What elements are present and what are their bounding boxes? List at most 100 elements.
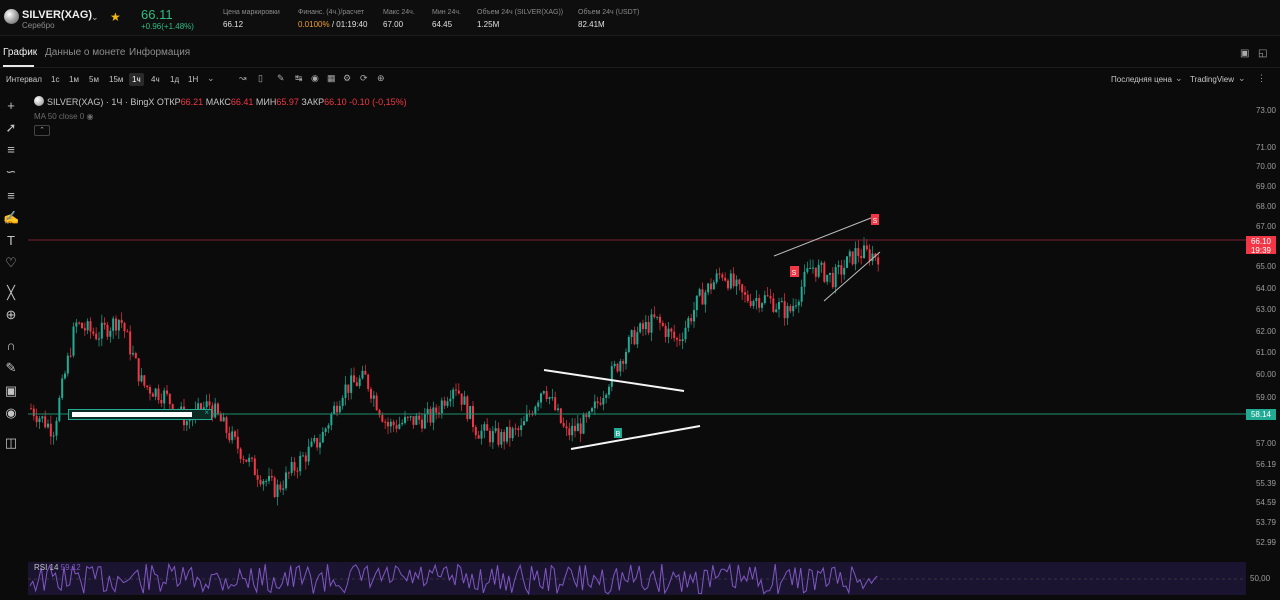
ma-indicator-label[interactable]: MA 50 close 0 ◉ [34, 112, 93, 121]
trash-icon[interactable]: ◫ [3, 435, 19, 451]
candle-body [372, 395, 375, 399]
eye-icon[interactable]: ◉ [3, 405, 19, 421]
candle-body [474, 427, 477, 436]
candle-body [406, 416, 409, 418]
candle-body [710, 283, 712, 290]
interval-4h[interactable]: 4ч [151, 75, 160, 84]
text-icon[interactable]: T [3, 233, 19, 248]
candle-body [846, 256, 848, 268]
candle-body [52, 435, 55, 437]
candle-body [338, 405, 341, 413]
chevron-down-icon[interactable]: ⌄ [91, 12, 99, 23]
candle-body [701, 289, 704, 305]
candle-body [455, 389, 457, 391]
close-alert-icon[interactable]: × [204, 408, 209, 417]
pattern-icon[interactable]: ∽ [3, 164, 19, 180]
interval-1m[interactable]: 1м [69, 75, 79, 84]
candle-body [698, 289, 701, 296]
collapse-legend-chevron-icon[interactable]: ⌃ [34, 125, 50, 136]
view-select[interactable]: TradingView [1190, 75, 1234, 84]
alert-label-text [72, 412, 192, 417]
more-options-icon[interactable]: ⋮ [1257, 73, 1266, 84]
chevron-down-icon[interactable]: ⌄ [1175, 73, 1183, 84]
candle-body [265, 480, 268, 482]
interval-15m[interactable]: 15м [109, 75, 123, 84]
candle-body [115, 318, 117, 331]
candle-body [639, 323, 642, 333]
price-type-select[interactable]: Последняя цена [1111, 75, 1172, 84]
heart-icon[interactable]: ♡ [3, 255, 19, 271]
price-chart[interactable]: B S S [28, 92, 1246, 557]
candle-type-icon[interactable]: ▯ [258, 73, 263, 84]
interval-1s[interactable]: 1с [51, 75, 59, 84]
ruler-icon[interactable]: ╳ [3, 285, 19, 301]
price-alert-label[interactable]: × [68, 408, 212, 420]
candle-body [160, 400, 163, 404]
chart-toolbar: Интервал 1с 1м 5м 15м 1ч 4ч 1д 1Н ⌄ ↝ ▯ … [0, 70, 1280, 88]
horizontal-lines-icon[interactable]: ≡ [3, 142, 19, 157]
tab-info[interactable]: Информация [129, 47, 190, 58]
candle-body [865, 245, 868, 250]
rsi-name: RSI 14 [34, 563, 59, 572]
fib-icon[interactable]: ≡ [3, 188, 19, 203]
reset-icon[interactable]: ⟳ [360, 73, 368, 84]
candle-body [361, 370, 364, 379]
tab-chart[interactable]: График [3, 47, 37, 58]
brush-icon[interactable]: ✍ [3, 210, 19, 226]
favorite-star-icon[interactable]: ★ [110, 10, 121, 24]
interval-1h[interactable]: 1ч [129, 73, 144, 86]
camera-icon[interactable]: ◉ [311, 73, 319, 84]
price-axis-label: 55.39 [1255, 479, 1276, 488]
symbol-name[interactable]: SILVER(XAG) [22, 9, 92, 21]
rsi-pane[interactable] [28, 557, 1246, 600]
trend-line-icon[interactable]: ➚ [3, 120, 19, 136]
candle-body [228, 432, 231, 441]
lock-icon[interactable]: ▣ [3, 383, 19, 399]
price-axis[interactable]: 73.00 71.00 70.00 69.00 68.00 67.00 65.00 64.00… [1246, 92, 1280, 600]
zoom-icon[interactable]: ⊕ [3, 307, 19, 323]
fullscreen-icon[interactable]: ◱ [1258, 48, 1267, 59]
triangle-lower-line[interactable] [570, 425, 701, 450]
candle-body [95, 333, 98, 340]
screenshot-icon[interactable]: ▣ [1240, 48, 1249, 59]
chevron-down-icon[interactable]: ⌄ [1238, 73, 1246, 84]
candle-body [693, 310, 695, 322]
triangle-upper-line[interactable] [543, 369, 685, 392]
lock-drawings-icon[interactable]: ✎ [3, 360, 19, 376]
crosshair-icon[interactable]: + [3, 98, 19, 113]
price-axis-label: 69.00 [1255, 182, 1276, 191]
calculator-icon[interactable]: ▦ [327, 73, 336, 84]
candle-body [279, 484, 282, 490]
wedge-upper-line[interactable] [773, 215, 877, 257]
interval-1d[interactable]: 1д [170, 75, 179, 84]
candle-body [667, 328, 670, 337]
candle-body [404, 416, 406, 423]
interval-5m[interactable]: 5м [89, 75, 99, 84]
candle-body [582, 414, 585, 434]
candle-body [214, 403, 217, 418]
candle-body [129, 331, 132, 355]
tab-coin-data[interactable]: Данные о монете [45, 47, 125, 58]
compare-icon[interactable]: ↹ [295, 73, 303, 84]
candle-body [282, 488, 285, 490]
settings-gear-icon[interactable]: ⚙ [343, 73, 351, 84]
price-axis-label: 63.00 [1255, 305, 1276, 314]
add-icon[interactable]: ⊕ [377, 73, 385, 84]
magnet-icon[interactable]: ∩ [3, 338, 19, 353]
stat-label: Объем 24ч (SILVER(XAG)) [477, 9, 564, 16]
legend-change: -0.10 (-0,15%) [349, 97, 407, 107]
last-price-value: 66.10 [1250, 237, 1272, 246]
candle-body [775, 309, 778, 312]
more-intervals-chevron-icon[interactable]: ⌄ [207, 73, 215, 84]
eye-icon[interactable]: ◉ [86, 112, 93, 121]
candle-body [251, 457, 253, 459]
indicators-icon[interactable]: ↝ [239, 73, 247, 84]
candle-body [364, 370, 367, 375]
candle-body [619, 361, 622, 372]
candle-body [134, 353, 137, 359]
candle-body [627, 337, 630, 353]
drawings-icon[interactable]: ✎ [277, 73, 285, 84]
interval-1w[interactable]: 1Н [188, 75, 198, 84]
candle-body [823, 262, 826, 282]
candle-body [319, 442, 321, 448]
